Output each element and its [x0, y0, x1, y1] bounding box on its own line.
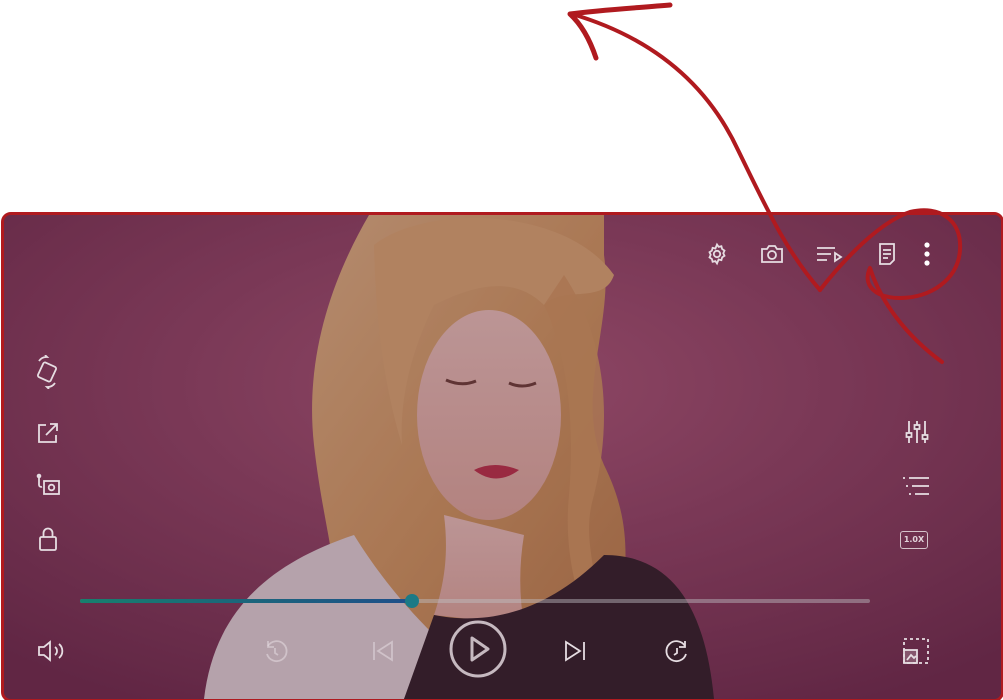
- rotate-screen-icon[interactable]: [34, 355, 60, 389]
- seek-bar-progress: [80, 599, 412, 603]
- seek-bar[interactable]: [80, 594, 870, 608]
- equalizer-icon[interactable]: [904, 419, 930, 445]
- screenshot-stage: 1.0X: [0, 0, 1003, 700]
- playlist-play-icon[interactable]: [815, 244, 843, 264]
- annotation-arrow-head: [567, 2, 673, 61]
- camera-icon[interactable]: [759, 242, 785, 266]
- skip-previous-icon[interactable]: [370, 639, 396, 663]
- rewind-icon[interactable]: [262, 637, 290, 665]
- lock-icon[interactable]: [37, 526, 59, 552]
- more-vertical-icon[interactable]: [918, 239, 936, 269]
- playlist-icon[interactable]: [901, 476, 931, 496]
- picture-in-picture-icon[interactable]: [901, 636, 931, 666]
- audio-track-icon[interactable]: [35, 473, 61, 497]
- settings-icon[interactable]: [705, 242, 729, 266]
- open-external-icon[interactable]: [36, 421, 60, 445]
- skip-next-icon[interactable]: [562, 639, 588, 663]
- video-player[interactable]: 1.0X: [1, 212, 1003, 700]
- play-icon[interactable]: [448, 619, 508, 679]
- forward-icon[interactable]: [663, 637, 691, 665]
- playback-speed-icon[interactable]: 1.0X: [900, 531, 928, 549]
- subtitles-icon[interactable]: [876, 242, 898, 266]
- seek-bar-thumb[interactable]: [404, 594, 419, 608]
- volume-icon[interactable]: [36, 639, 66, 663]
